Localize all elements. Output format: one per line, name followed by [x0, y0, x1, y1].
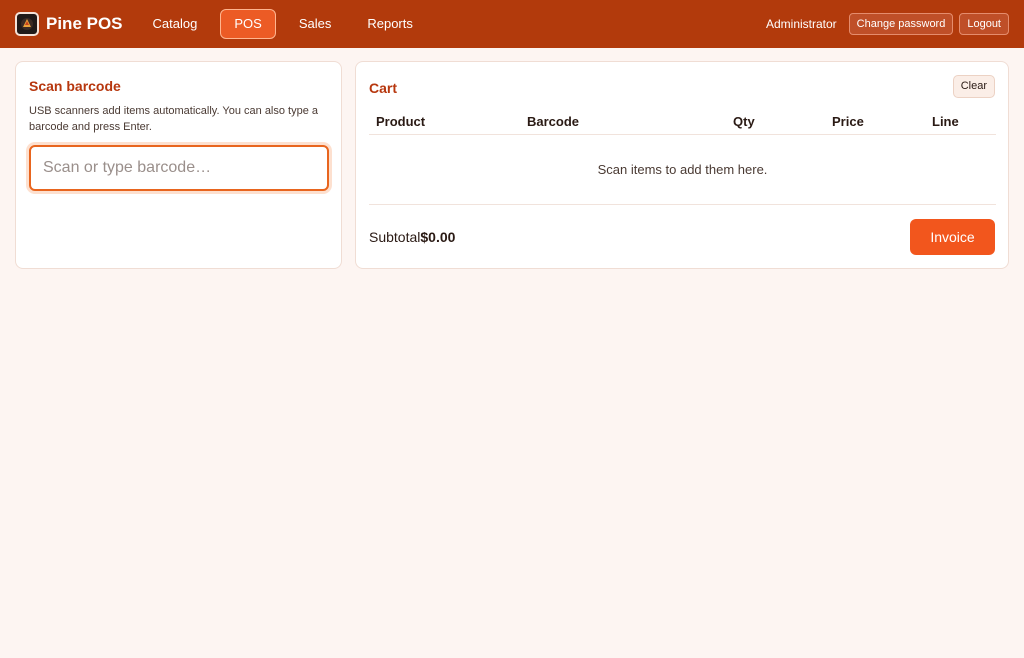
- scan-barcode-card: Scan barcode USB scanners add items auto…: [15, 61, 342, 269]
- invoice-button[interactable]: Invoice: [910, 219, 995, 255]
- change-password-button[interactable]: Change password: [848, 13, 954, 35]
- nav-item-catalog[interactable]: Catalog: [140, 9, 211, 39]
- cart-card: Cart Clear Product Barcode Qty Price Lin…: [355, 61, 1009, 269]
- nav-item-sales[interactable]: Sales: [286, 9, 345, 39]
- cart-table: Product Barcode Qty Price Line Scan item…: [369, 109, 996, 205]
- nav-item-reports[interactable]: Reports: [354, 9, 426, 39]
- brand[interactable]: Pine POS: [15, 12, 123, 36]
- clear-cart-button[interactable]: Clear: [952, 75, 995, 98]
- column-header-line: Line: [932, 114, 959, 129]
- main-nav: Catalog POS Sales Reports: [140, 9, 436, 39]
- nav-item-pos[interactable]: POS: [220, 9, 276, 39]
- column-header-qty: Qty: [733, 114, 755, 129]
- scan-card-title: Scan barcode: [29, 78, 121, 94]
- brand-name: Pine POS: [46, 14, 123, 33]
- pine-pos-logo-icon: [15, 12, 39, 36]
- column-header-product: Product: [376, 114, 426, 129]
- cart-table-header: Product Barcode Qty Price Line: [369, 109, 996, 135]
- barcode-input[interactable]: [29, 145, 329, 191]
- subtotal-amount: $0.00: [420, 229, 456, 245]
- subtotal-label: Subtotal: [369, 229, 421, 245]
- cart-empty-message: Scan items to add them here.: [369, 135, 996, 205]
- logout-button[interactable]: Logout: [959, 13, 1009, 35]
- subtotal: Subtotal$0.00: [369, 229, 455, 245]
- cart-title: Cart: [369, 80, 398, 96]
- scan-help-text: USB scanners add items automatically. Yo…: [29, 105, 319, 133]
- column-header-price: Price: [832, 114, 864, 129]
- user-area: Administrator Change password Logout: [766, 13, 1009, 35]
- username: Administrator: [765, 17, 837, 31]
- column-header-barcode: Barcode: [527, 114, 580, 129]
- top-navbar: Pine POS Catalog POS Sales Reports Admin…: [0, 0, 1024, 48]
